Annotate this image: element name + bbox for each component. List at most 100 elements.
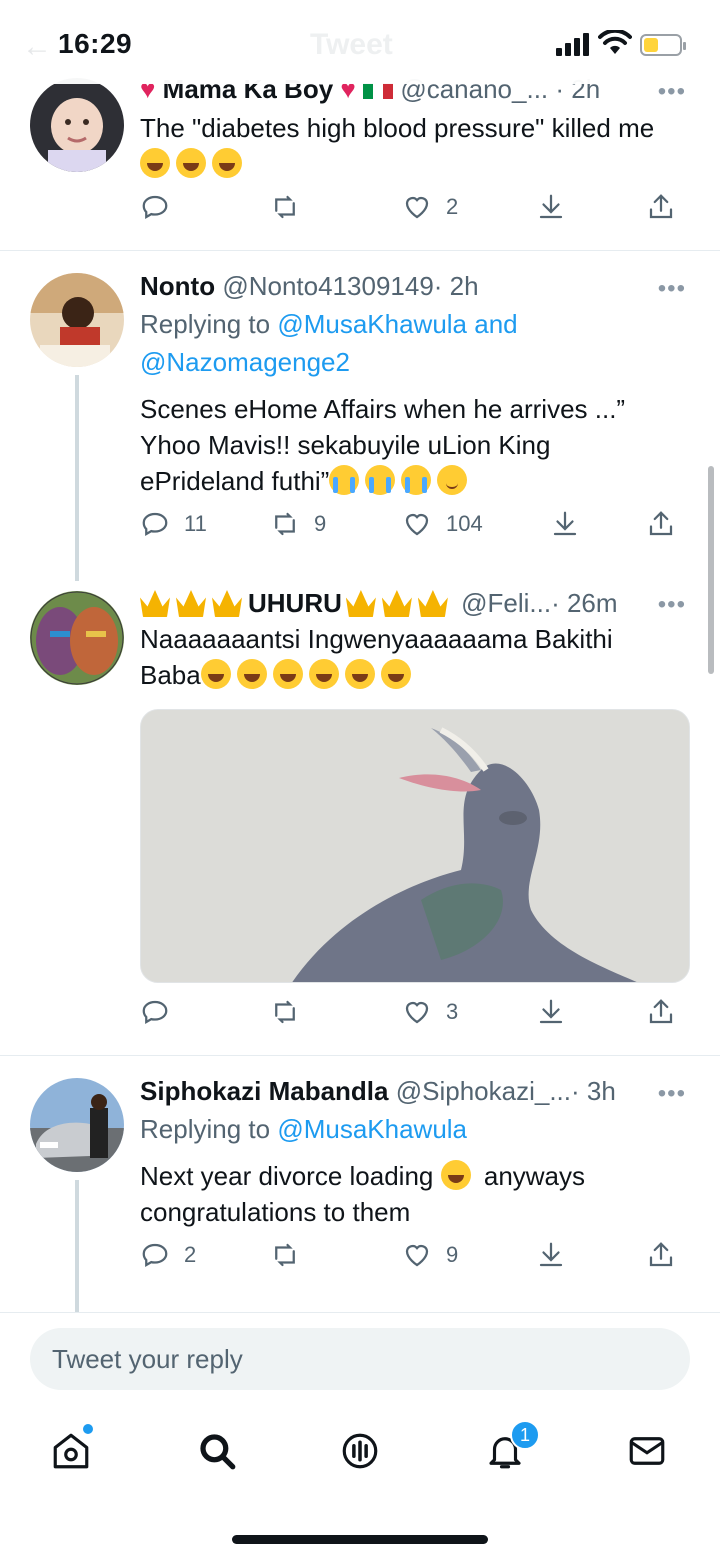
mention-link[interactable]: @MusaKhawula xyxy=(277,309,467,339)
display-name[interactable]: Nonto xyxy=(140,271,215,301)
back-arrow-icon[interactable]: ← xyxy=(22,30,52,64)
tweet-text: The "diabetes high blood pressure" kille… xyxy=(140,110,700,182)
retweet-icon xyxy=(275,1000,295,1024)
display-name[interactable]: Siphokazi Mabandla xyxy=(140,1076,389,1106)
rolling-laugh-emoji xyxy=(236,659,267,689)
search-icon xyxy=(200,1434,236,1470)
user-handle[interactable]: @Siphokazi_... xyxy=(396,1076,571,1106)
bookmark-button[interactable] xyxy=(550,509,580,539)
home-icon xyxy=(53,1433,89,1469)
tweet-reply-input[interactable] xyxy=(30,1328,690,1390)
user-handle[interactable]: @Nonto41309149 xyxy=(222,271,433,301)
bookmark-button[interactable] xyxy=(536,1240,566,1270)
share-button[interactable] xyxy=(646,509,676,539)
divider xyxy=(0,1312,720,1313)
download-icon xyxy=(553,511,577,536)
share-button[interactable] xyxy=(646,997,676,1027)
like-button[interactable]: 2 xyxy=(402,192,458,222)
home-unread-dot xyxy=(83,1424,93,1434)
replying-to: Replying to @MusaKhawula xyxy=(140,1114,468,1144)
tweet-actions: 11 9 104 xyxy=(140,509,680,549)
tweet-header: Nonto @Nonto41309149· 2h xyxy=(140,271,479,302)
mail-icon xyxy=(629,1437,665,1465)
heart-icon xyxy=(405,196,429,219)
smiling-emoji xyxy=(437,465,468,495)
crying-emoji xyxy=(365,465,396,495)
crown-emoji xyxy=(140,590,170,617)
tab-messages[interactable] xyxy=(622,1426,672,1476)
avatar[interactable] xyxy=(30,78,124,172)
tab-spaces[interactable] xyxy=(335,1426,385,1476)
more-options-icon[interactable]: ••• xyxy=(658,275,686,303)
bookmark-button[interactable] xyxy=(536,997,566,1027)
retweet-button[interactable] xyxy=(270,997,314,1027)
share-icon xyxy=(649,194,673,219)
download-icon xyxy=(539,999,563,1024)
notification-badge: 1 xyxy=(510,1420,540,1450)
rolling-laugh-emoji xyxy=(140,148,170,178)
avatar[interactable] xyxy=(30,591,124,685)
rolling-laugh-emoji xyxy=(200,659,231,689)
thread-line xyxy=(75,375,79,581)
tab-search[interactable] xyxy=(192,1426,242,1476)
user-handle[interactable]: @Feli... xyxy=(461,588,551,618)
heart-icon xyxy=(405,513,429,536)
retweet-icon xyxy=(275,512,295,536)
spaces-microphone-icon xyxy=(342,1433,378,1469)
retweet-button[interactable]: 9 xyxy=(270,509,326,539)
reply-button[interactable] xyxy=(140,997,184,1027)
display-name[interactable]: UHURU xyxy=(248,588,342,618)
retweet-icon xyxy=(275,1243,295,1267)
tweet-actions: 3 xyxy=(140,997,680,1037)
reply-icon xyxy=(142,1000,168,1024)
rolling-laugh-emoji xyxy=(440,1160,471,1190)
crown-emoji xyxy=(176,590,206,617)
download-icon xyxy=(539,194,563,219)
like-button[interactable]: 104 xyxy=(402,509,483,539)
tweet-time: · 26m xyxy=(551,588,618,618)
scrollbar[interactable] xyxy=(708,466,714,674)
reply-icon xyxy=(142,1243,168,1267)
like-button[interactable]: 9 xyxy=(402,1240,458,1270)
mention-link[interactable]: @Nazomagenge2 xyxy=(140,347,350,377)
tweet-card[interactable]: Siphokazi Mabandla @Siphokazi_...· 3h ••… xyxy=(0,1056,720,1312)
tweet-header: UHURU @Feli...· 26m xyxy=(140,587,618,619)
pigeon-image xyxy=(141,710,689,982)
tweet-time: · 2h xyxy=(433,271,479,301)
bookmark-button[interactable] xyxy=(536,192,566,222)
reply-button[interactable]: 11 xyxy=(140,509,207,539)
tweet-header: Siphokazi Mabandla @Siphokazi_...· 3h xyxy=(140,1076,616,1107)
tweet-image[interactable] xyxy=(140,709,690,983)
avatar[interactable] xyxy=(30,1078,124,1172)
rolling-laugh-emoji xyxy=(212,148,242,178)
crown-emoji xyxy=(417,590,448,617)
share-button[interactable] xyxy=(646,1240,676,1270)
tweet-text: Next year divorce loading anyways congra… xyxy=(140,1160,586,1227)
avatar[interactable] xyxy=(30,273,124,367)
share-icon xyxy=(649,999,673,1024)
rolling-laugh-emoji xyxy=(344,659,375,689)
reply-button[interactable]: 2 xyxy=(140,1240,196,1270)
tweet-text: Naaaaaaantsi Ingwenyaaaaaama Bakithi Bab… xyxy=(140,624,613,690)
retweet-button[interactable] xyxy=(270,1240,314,1270)
heart-icon xyxy=(405,1001,429,1024)
tweet-actions: 2 xyxy=(140,192,680,232)
more-options-icon[interactable]: ••• xyxy=(658,591,686,619)
home-indicator[interactable] xyxy=(232,1535,488,1544)
crown-emoji xyxy=(345,590,376,617)
tweet-card[interactable]: UHURU @Feli...· 26m ••• Naaaaaaantsi Ing… xyxy=(0,581,720,1055)
rolling-laugh-emoji xyxy=(272,659,303,689)
reply-button[interactable] xyxy=(140,192,184,222)
more-options-icon[interactable]: ••• xyxy=(658,1080,686,1108)
share-icon xyxy=(649,1242,673,1267)
tweet-text: Scenes eHome Affairs when he arrives ...… xyxy=(140,394,626,496)
heart-icon xyxy=(405,1244,429,1267)
crown-emoji xyxy=(381,590,412,617)
like-button[interactable]: 3 xyxy=(402,997,458,1027)
reply-composer[interactable] xyxy=(30,1328,690,1390)
retweet-button[interactable] xyxy=(270,192,314,222)
mention-link[interactable]: @MusaKhawula xyxy=(277,1114,467,1144)
tweet-card[interactable]: Nonto @Nonto41309149· 2h ••• Replying to… xyxy=(0,251,720,581)
tweet-time: · 3h xyxy=(571,1076,616,1106)
share-button[interactable] xyxy=(646,192,676,222)
